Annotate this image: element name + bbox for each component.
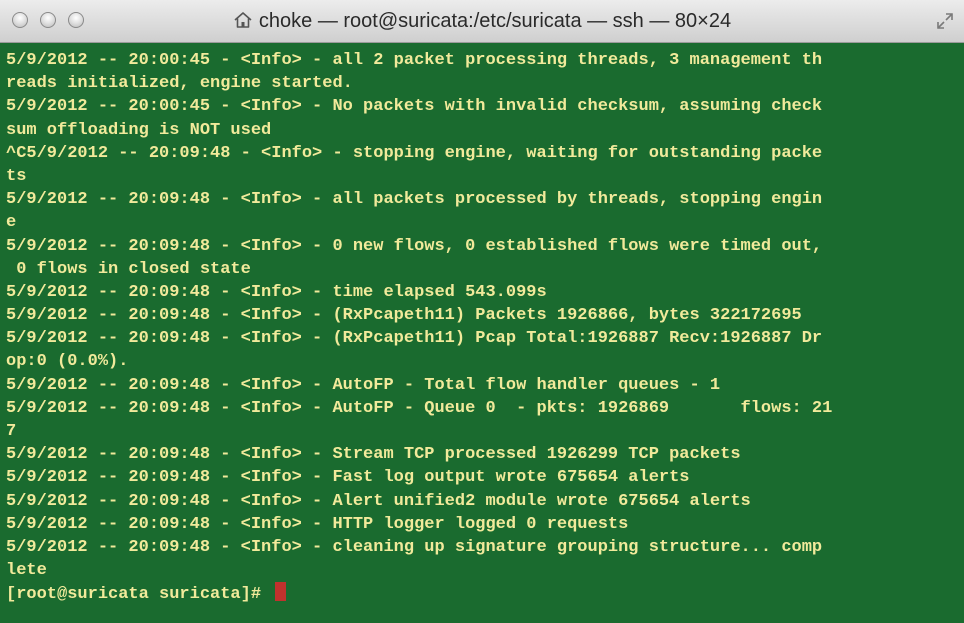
terminal-line: ts [6,166,27,186]
home-icon [234,12,252,28]
terminal-output[interactable]: 5/9/2012 -- 20:00:45 - <Info> - all 2 pa… [0,43,964,623]
terminal-line: 0 flows in closed state [6,259,251,279]
terminal-line: 5/9/2012 -- 20:09:48 - <Info> - Fast log… [6,468,690,488]
terminal-line: 5/9/2012 -- 20:09:48 - <Info> - 0 new fl… [6,236,823,256]
terminal-line: 5/9/2012 -- 20:09:48 - <Info> - time ela… [6,282,547,302]
terminal-line: 5/9/2012 -- 20:00:45 - <Info> - all 2 pa… [6,51,823,70]
terminal-line: sum offloading is NOT used [6,120,272,140]
terminal-line: reads initialized, engine started. [6,74,353,94]
title-bar[interactable]: choke — root@suricata:/etc/suricata — ss… [0,0,964,43]
terminal-line: ^C5/9/2012 -- 20:09:48 - <Info> - stoppi… [6,143,823,163]
terminal-line: 5/9/2012 -- 20:09:48 - <Info> - Stream T… [6,445,741,465]
terminal-line: 5/9/2012 -- 20:09:48 - <Info> - Alert un… [6,491,751,511]
terminal-line: lete [6,561,47,581]
terminal-line: 5/9/2012 -- 20:09:48 - <Info> - (RxPcape… [6,306,802,326]
terminal-line: 5/9/2012 -- 20:09:48 - <Info> - (RxPcape… [6,329,823,349]
terminal-line: 7 [6,422,17,441]
terminal-line: 5/9/2012 -- 20:09:48 - <Info> - HTTP log… [6,514,629,534]
terminal-cursor [275,582,287,602]
terminal-line: e [6,213,17,233]
prompt-line[interactable]: [root@suricata suricata]# [6,582,964,605]
terminal-line: 5/9/2012 -- 20:09:48 - <Info> - all pack… [6,190,823,210]
terminal-line: op:0 (0.0%). [6,352,129,372]
shell-prompt: [root@suricata suricata]# [6,585,272,605]
terminal-line: 5/9/2012 -- 20:09:48 - <Info> - AutoFP -… [6,375,721,395]
terminal-line: 5/9/2012 -- 20:09:48 - <Info> - cleaning… [6,537,823,557]
window-title-container: choke — root@suricata:/etc/suricata — ss… [0,0,964,42]
terminal-line: 5/9/2012 -- 20:00:45 - <Info> - No packe… [6,97,823,117]
terminal-window: choke — root@suricata:/etc/suricata — ss… [0,0,964,623]
fullscreen-icon[interactable] [936,12,954,30]
terminal-line: 5/9/2012 -- 20:09:48 - <Info> - AutoFP -… [6,398,833,418]
window-title: choke — root@suricata:/etc/suricata — ss… [258,9,732,32]
